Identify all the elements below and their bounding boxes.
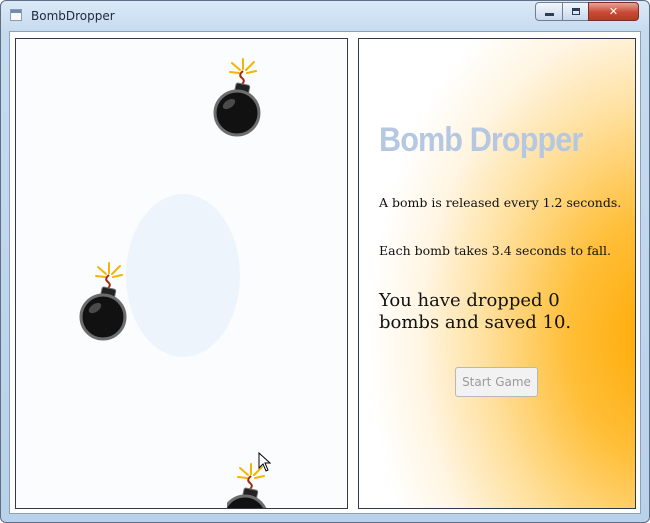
falling-bomb[interactable]	[205, 57, 275, 137]
score-status-text: You have dropped 0 bombs and saved 10.	[379, 290, 572, 333]
minimize-icon	[544, 13, 554, 16]
close-button[interactable]: ✕	[588, 2, 639, 21]
mouse-pointer-icon	[258, 452, 272, 472]
bomb-icon	[213, 58, 261, 137]
minimize-button[interactable]	[535, 2, 563, 21]
fall-time-text: Each bomb takes 3.4 seconds to fall.	[379, 243, 611, 258]
game-title: Bomb Dropper	[379, 121, 583, 159]
fading-bomb-ellipse	[126, 194, 240, 357]
title-bar[interactable]: BombDropper ✕	[1, 1, 649, 31]
bomb-icon	[79, 262, 127, 341]
maximize-icon	[571, 8, 580, 15]
app-window: BombDropper ✕ Bomb Dropper A bomb is rel…	[0, 0, 650, 523]
falling-bomb[interactable]	[71, 261, 141, 341]
info-panel: Bomb Dropper A bomb is released every 1.…	[358, 38, 636, 509]
client-area: Bomb Dropper A bomb is released every 1.…	[9, 31, 641, 514]
app-window-icon	[10, 9, 22, 21]
bomb-canvas[interactable]	[15, 38, 348, 509]
start-game-button[interactable]: Start Game	[455, 367, 538, 397]
maximize-button[interactable]	[562, 2, 589, 21]
window-title: BombDropper	[31, 9, 115, 23]
close-icon: ✕	[608, 5, 619, 18]
release-rate-text: A bomb is released every 1.2 seconds.	[379, 195, 622, 210]
